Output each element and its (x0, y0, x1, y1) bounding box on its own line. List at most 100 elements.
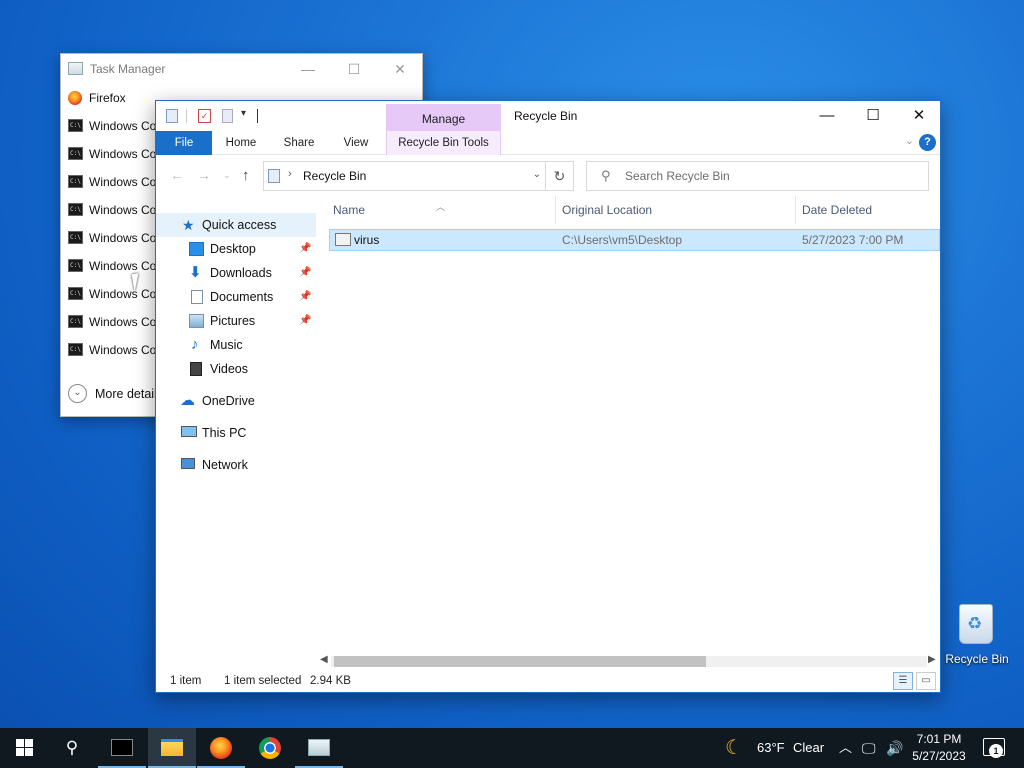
firefox-icon (210, 737, 232, 759)
windows-logo-icon (15, 739, 33, 756)
sidebar-item-this-pc[interactable]: This PC (156, 421, 316, 445)
tab-recycle-bin-tools[interactable]: Recycle Bin Tools (386, 131, 501, 155)
chrome-icon (259, 737, 281, 759)
minimize-button[interactable]: — (285, 54, 331, 84)
sidebar-item-network[interactable]: Network (156, 453, 316, 477)
taskbar-cmd[interactable] (98, 728, 146, 768)
maximize-button[interactable]: ☐ (850, 101, 896, 131)
close-button[interactable]: ✕ (896, 101, 942, 131)
cmd-icon: C:\ (68, 147, 83, 160)
cmd-icon: C:\ (68, 203, 83, 216)
maximize-button[interactable]: ☐ (331, 54, 377, 84)
network-tray-icon[interactable]: 🖵 (862, 728, 876, 768)
sidebar-item-label: This PC (202, 426, 247, 440)
firefox-icon (68, 91, 82, 105)
forward-arrow-icon[interactable]: → (197, 167, 211, 183)
sidebar-item-downloads[interactable]: ⬇ Downloads 📌 (156, 261, 316, 285)
scroll-thumb[interactable] (334, 656, 706, 667)
pin-icon[interactable]: 📌 (299, 309, 311, 333)
customize-toolbar-icon[interactable]: ▾ (241, 108, 246, 122)
up-arrow-icon[interactable]: ↑ (242, 167, 250, 184)
task-manager-title: Task Manager (90, 62, 166, 76)
task-row-label: Windows Co (89, 343, 157, 357)
clock[interactable]: 7:01 PM 5/27/2023 (906, 731, 972, 765)
taskbar-chrome[interactable] (246, 728, 294, 768)
refresh-button[interactable]: ↻ (546, 161, 574, 191)
scroll-left-icon[interactable]: ◀ (320, 654, 328, 665)
task-manager-titlebar[interactable]: Task Manager — ☐ ✕ (61, 54, 422, 84)
properties-icon[interactable]: ✓ (198, 109, 211, 123)
sidebar-item-quick-access[interactable]: ★ Quick access (156, 213, 316, 237)
taskbar-file-explorer[interactable] (148, 728, 196, 768)
new-folder-icon[interactable] (222, 109, 233, 123)
task-row-label: Windows Co (89, 259, 157, 273)
help-icon[interactable]: ? (919, 134, 936, 151)
scroll-right-icon[interactable]: ▶ (928, 654, 936, 665)
sidebar-item-onedrive[interactable]: ☁ OneDrive (156, 389, 316, 413)
status-bar: 1 item 1 item selected 2.94 KB ☰ ▭ (156, 671, 940, 693)
breadcrumb[interactable]: Recycle Bin (303, 169, 366, 183)
column-header-name[interactable]: ︿ Name (326, 196, 556, 224)
show-hidden-icons-chevron-icon[interactable]: ︿ (839, 728, 852, 768)
details-view-icon[interactable]: ☰ (893, 672, 913, 690)
moon-weather-icon[interactable]: ☾ (725, 728, 743, 768)
task-manager-icon (68, 62, 83, 75)
explorer-titlebar[interactable]: ✓ ▾ Manage Recycle Bin — ☐ ✕ (156, 101, 940, 131)
address-dropdown-icon[interactable]: ⌄ (533, 169, 541, 180)
minimize-button[interactable]: — (804, 101, 850, 131)
table-row[interactable]: virus C:\Users\vm5\Desktop 5/27/2023 7:0… (329, 229, 940, 251)
expand-ribbon-icon[interactable]: ⌄ (905, 134, 914, 147)
search-button[interactable]: ⚲ (48, 728, 96, 768)
close-button[interactable]: ✕ (377, 54, 423, 84)
address-bar[interactable]: › Recycle Bin ⌄ (263, 161, 546, 191)
sidebar-item-pictures[interactable]: Pictures 📌 (156, 309, 316, 333)
taskbar-task-manager[interactable] (295, 728, 343, 768)
folder-icon (161, 739, 183, 756)
refresh-icon: ↻ (553, 168, 566, 184)
start-button[interactable] (0, 728, 48, 768)
file-original-location: C:\Users\vm5\Desktop (562, 233, 683, 247)
ribbon-tabs: File Home Share View Recycle Bin Tools ⌄… (156, 131, 940, 155)
horizontal-scrollbar[interactable]: ◀ ▶ (318, 653, 940, 670)
column-header-original-location[interactable]: Original Location (555, 196, 796, 224)
pin-icon[interactable]: 📌 (299, 285, 311, 309)
more-details-button[interactable]: ⌄ More detail (68, 383, 157, 405)
cmd-icon (111, 739, 133, 756)
weather-temperature[interactable]: 63°F (757, 728, 785, 768)
sidebar-item-videos[interactable]: Videos (156, 357, 316, 381)
sidebar-item-documents[interactable]: Documents 📌 (156, 285, 316, 309)
tab-share[interactable]: Share (274, 131, 324, 155)
selection-size: 2.94 KB (310, 675, 351, 687)
breadcrumb-chevron-icon[interactable]: › (288, 168, 292, 180)
item-count: 1 item (170, 675, 202, 687)
sidebar-item-label: Desktop (210, 242, 256, 256)
notification-count-badge: 1 (989, 744, 1003, 758)
manage-tab[interactable]: Manage (386, 104, 501, 131)
search-input[interactable] (625, 167, 915, 185)
desktop-recycle-bin[interactable]: Recycle Bin (942, 600, 1012, 670)
file-list: ︿ Name Original Location Date Deleted vi… (326, 196, 940, 656)
column-header-date-deleted[interactable]: Date Deleted (795, 196, 940, 224)
sidebar-item-label: Pictures (210, 314, 256, 328)
search-icon: ⚲ (65, 738, 79, 757)
navigation-bar: ← → ⌄ ↑ › Recycle Bin ⌄ ↻ ⚲ (156, 156, 940, 196)
back-arrow-icon[interactable]: ← (170, 167, 184, 183)
taskbar-firefox[interactable] (197, 728, 245, 768)
weather-condition[interactable]: Clear (793, 728, 824, 768)
sidebar-item-music[interactable]: ♪ Music (156, 333, 316, 357)
recent-locations-icon[interactable]: ⌄ (223, 170, 231, 181)
desktop-folder-icon (189, 242, 204, 256)
cmd-icon: C:\ (68, 287, 83, 300)
explorer-window[interactable]: ✓ ▾ Manage Recycle Bin — ☐ ✕ File Home S… (155, 100, 941, 693)
search-box[interactable]: ⚲ (586, 161, 929, 191)
tab-view[interactable]: View (332, 131, 380, 155)
tab-file[interactable]: File (156, 131, 212, 155)
pin-icon[interactable]: 📌 (299, 261, 311, 285)
large-icons-view-icon[interactable]: ▭ (916, 672, 936, 690)
volume-icon[interactable]: 🔊 (886, 728, 903, 768)
pin-icon[interactable]: 📌 (299, 237, 311, 261)
toolbar-divider (186, 109, 187, 123)
mouse-cursor-icon (131, 271, 149, 293)
sidebar-item-desktop[interactable]: Desktop 📌 (156, 237, 316, 261)
tab-home[interactable]: Home (216, 131, 266, 155)
